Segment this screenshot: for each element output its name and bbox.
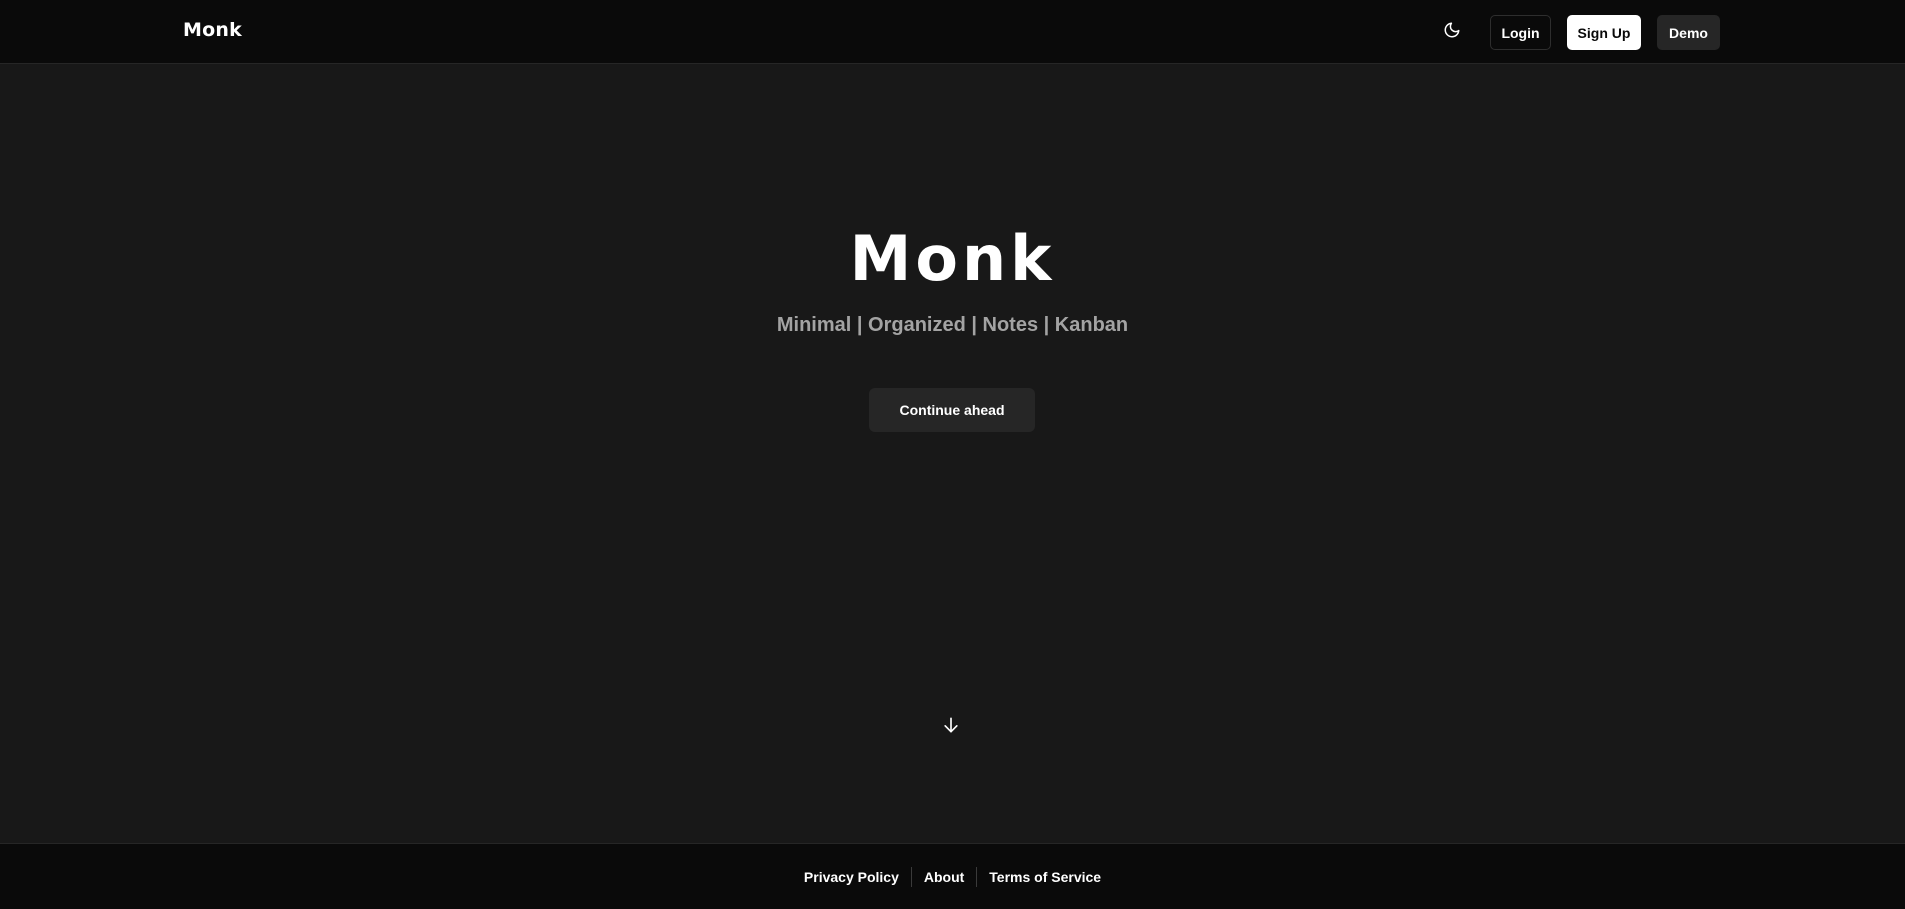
footer-links: Privacy Policy About Terms of Service: [792, 866, 1113, 887]
scroll-down-button[interactable]: [940, 716, 962, 738]
login-button[interactable]: Login: [1490, 15, 1551, 50]
moon-icon: [1443, 21, 1461, 44]
about-link[interactable]: About: [912, 869, 976, 885]
signup-button[interactable]: Sign Up: [1567, 15, 1641, 50]
hero-title: Monk: [849, 222, 1056, 295]
demo-button[interactable]: Demo: [1657, 15, 1720, 50]
terms-of-service-link[interactable]: Terms of Service: [977, 869, 1113, 885]
continue-ahead-button[interactable]: Continue ahead: [869, 388, 1035, 432]
privacy-policy-link[interactable]: Privacy Policy: [792, 869, 911, 885]
arrow-down-icon: [941, 715, 961, 740]
footer: Privacy Policy About Terms of Service: [0, 843, 1905, 909]
brand-logo[interactable]: Monk: [183, 19, 242, 41]
hero-subtitle: Minimal | Organized | Notes | Kanban: [776, 314, 1129, 336]
theme-toggle-button[interactable]: [1440, 20, 1464, 44]
navbar: Monk Login Sign Up Demo: [0, 0, 1905, 64]
